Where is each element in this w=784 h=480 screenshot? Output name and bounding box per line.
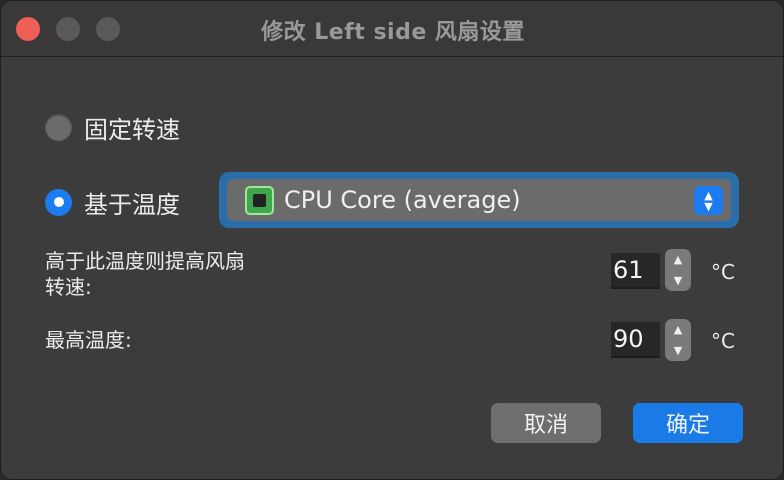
chevron-up-icon[interactable]: ▲ xyxy=(674,253,682,266)
fan-settings-dialog: 修改 Left side 风扇设置 固定转速 基于温度 CPU Core (av… xyxy=(0,0,784,480)
sensor-based-label: 基于温度 xyxy=(84,190,180,219)
ok-button[interactable]: 确定 xyxy=(633,403,743,443)
sensor-select[interactable]: CPU Core (average) ▲ ▼ xyxy=(227,179,731,221)
sensor-based-option[interactable]: 基于温度 xyxy=(45,187,180,219)
max-temp-stepper[interactable]: ▲ ▼ xyxy=(665,319,691,361)
cancel-button[interactable]: 取消 xyxy=(491,403,601,443)
threshold-label: 高于此温度则提高风扇 转速: xyxy=(45,249,245,299)
max-temp-unit: °C xyxy=(711,329,735,353)
sensor-based-radio[interactable] xyxy=(45,188,72,216)
max-temp-label: 最高温度: xyxy=(45,328,132,352)
max-temp-input[interactable]: 90 xyxy=(611,322,660,358)
threshold-temp-input[interactable]: 61 xyxy=(611,253,660,289)
title-bar: 修改 Left side 风扇设置 xyxy=(1,1,783,57)
chevron-up-down-icon[interactable]: ▲ ▼ xyxy=(694,186,723,215)
threshold-temp-stepper[interactable]: ▲ ▼ xyxy=(665,249,691,291)
window-title: 修改 Left side 风扇设置 xyxy=(261,20,525,45)
cpu-chip-icon xyxy=(245,185,274,215)
chevron-down-icon[interactable]: ▼ xyxy=(674,344,682,357)
chevron-down-icon[interactable]: ▼ xyxy=(674,274,682,287)
sensor-select-value: CPU Core (average) xyxy=(284,186,521,214)
fixed-speed-radio[interactable] xyxy=(45,113,72,141)
radio-selected-dot xyxy=(53,197,64,207)
threshold-unit: °C xyxy=(711,260,735,284)
fixed-speed-label: 固定转速 xyxy=(84,115,180,144)
chevron-up-icon[interactable]: ▲ xyxy=(674,323,682,336)
fixed-speed-option[interactable]: 固定转速 xyxy=(45,112,180,144)
